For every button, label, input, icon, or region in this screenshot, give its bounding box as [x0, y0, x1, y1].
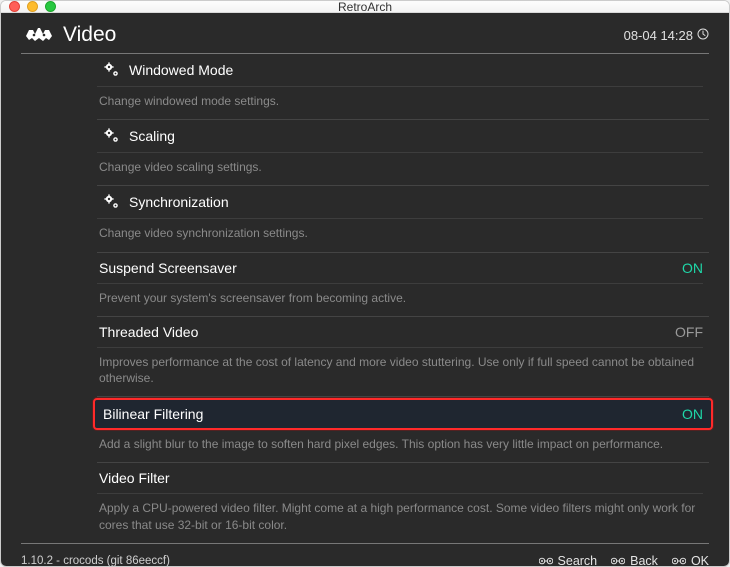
gear-icon: [97, 61, 127, 79]
gear-icon: [97, 127, 127, 145]
content-area: Video 08-04 14:28 W: [1, 13, 729, 567]
back-action[interactable]: Back: [611, 554, 658, 567]
row-label: Suspend Screensaver: [99, 260, 682, 276]
gamepad-icon: [672, 555, 686, 567]
clock: 08-04 14:28: [624, 28, 709, 43]
row-label: Threaded Video: [99, 324, 675, 340]
page-header: Video 08-04 14:28: [1, 13, 729, 53]
row-bilinear-filtering[interactable]: Bilinear Filtering ON: [93, 398, 713, 430]
version-text: 1.10.2 - crocods (git 86eeccf): [21, 555, 170, 567]
zoom-window-button[interactable]: [45, 1, 56, 12]
row-label: Bilinear Filtering: [103, 406, 682, 422]
row-label: Windowed Mode: [129, 62, 703, 78]
gamepad-icon: [611, 555, 625, 567]
ok-action[interactable]: OK: [672, 554, 709, 567]
row-label: Video Filter: [99, 470, 703, 486]
footer-actions: Search Back OK: [539, 554, 709, 567]
settings-list: Windowed Mode Change windowed mode setti…: [1, 54, 729, 543]
action-label: OK: [691, 554, 709, 567]
row-description: Change windowed mode settings.: [97, 86, 703, 112]
row-value: ON: [682, 406, 703, 422]
row-synchronization[interactable]: Synchronization Change video synchroniza…: [97, 186, 709, 252]
clock-icon: [697, 28, 709, 43]
app-window: RetroArch Video 08-04 14:28: [0, 0, 730, 567]
row-scaling[interactable]: Scaling Change video scaling settings.: [97, 120, 709, 186]
row-bilinear-filtering-desc: Add a slight blur to the image to soften…: [97, 430, 709, 463]
clock-text: 08-04 14:28: [624, 28, 693, 43]
window-title: RetroArch: [1, 0, 729, 14]
row-suspend-screensaver[interactable]: Suspend Screensaver ON Prevent your syst…: [97, 253, 709, 317]
footer: 1.10.2 - crocods (git 86eeccf) Search Ba…: [21, 543, 709, 567]
page-title: Video: [63, 23, 116, 47]
search-action[interactable]: Search: [539, 554, 598, 567]
row-windowed-mode[interactable]: Windowed Mode Change windowed mode setti…: [97, 54, 709, 120]
titlebar: RetroArch: [1, 1, 729, 13]
action-label: Back: [630, 554, 658, 567]
row-value: OFF: [675, 324, 703, 340]
row-description: Add a slight blur to the image to soften…: [97, 430, 703, 455]
row-threaded-video[interactable]: Threaded Video OFF Improves performance …: [97, 317, 709, 397]
row-video-filter[interactable]: Video Filter Apply a CPU-powered video f…: [97, 463, 709, 542]
row-label: Scaling: [129, 128, 703, 144]
close-window-button[interactable]: [9, 1, 20, 12]
row-description: Improves performance at the cost of late…: [97, 347, 703, 389]
row-description: Change video synchronization settings.: [97, 218, 703, 244]
row-value: ON: [682, 260, 703, 276]
row-label: Synchronization: [129, 194, 703, 210]
minimize-window-button[interactable]: [27, 1, 38, 12]
row-description: Change video scaling settings.: [97, 152, 703, 178]
row-description: Apply a CPU-powered video filter. Might …: [97, 493, 703, 535]
gear-icon: [97, 193, 127, 211]
action-label: Search: [558, 554, 598, 567]
row-description: Prevent your system's screensaver from b…: [97, 283, 703, 309]
window-controls: [9, 1, 56, 12]
retroarch-logo-icon: [21, 26, 57, 44]
gamepad-icon: [539, 555, 553, 567]
